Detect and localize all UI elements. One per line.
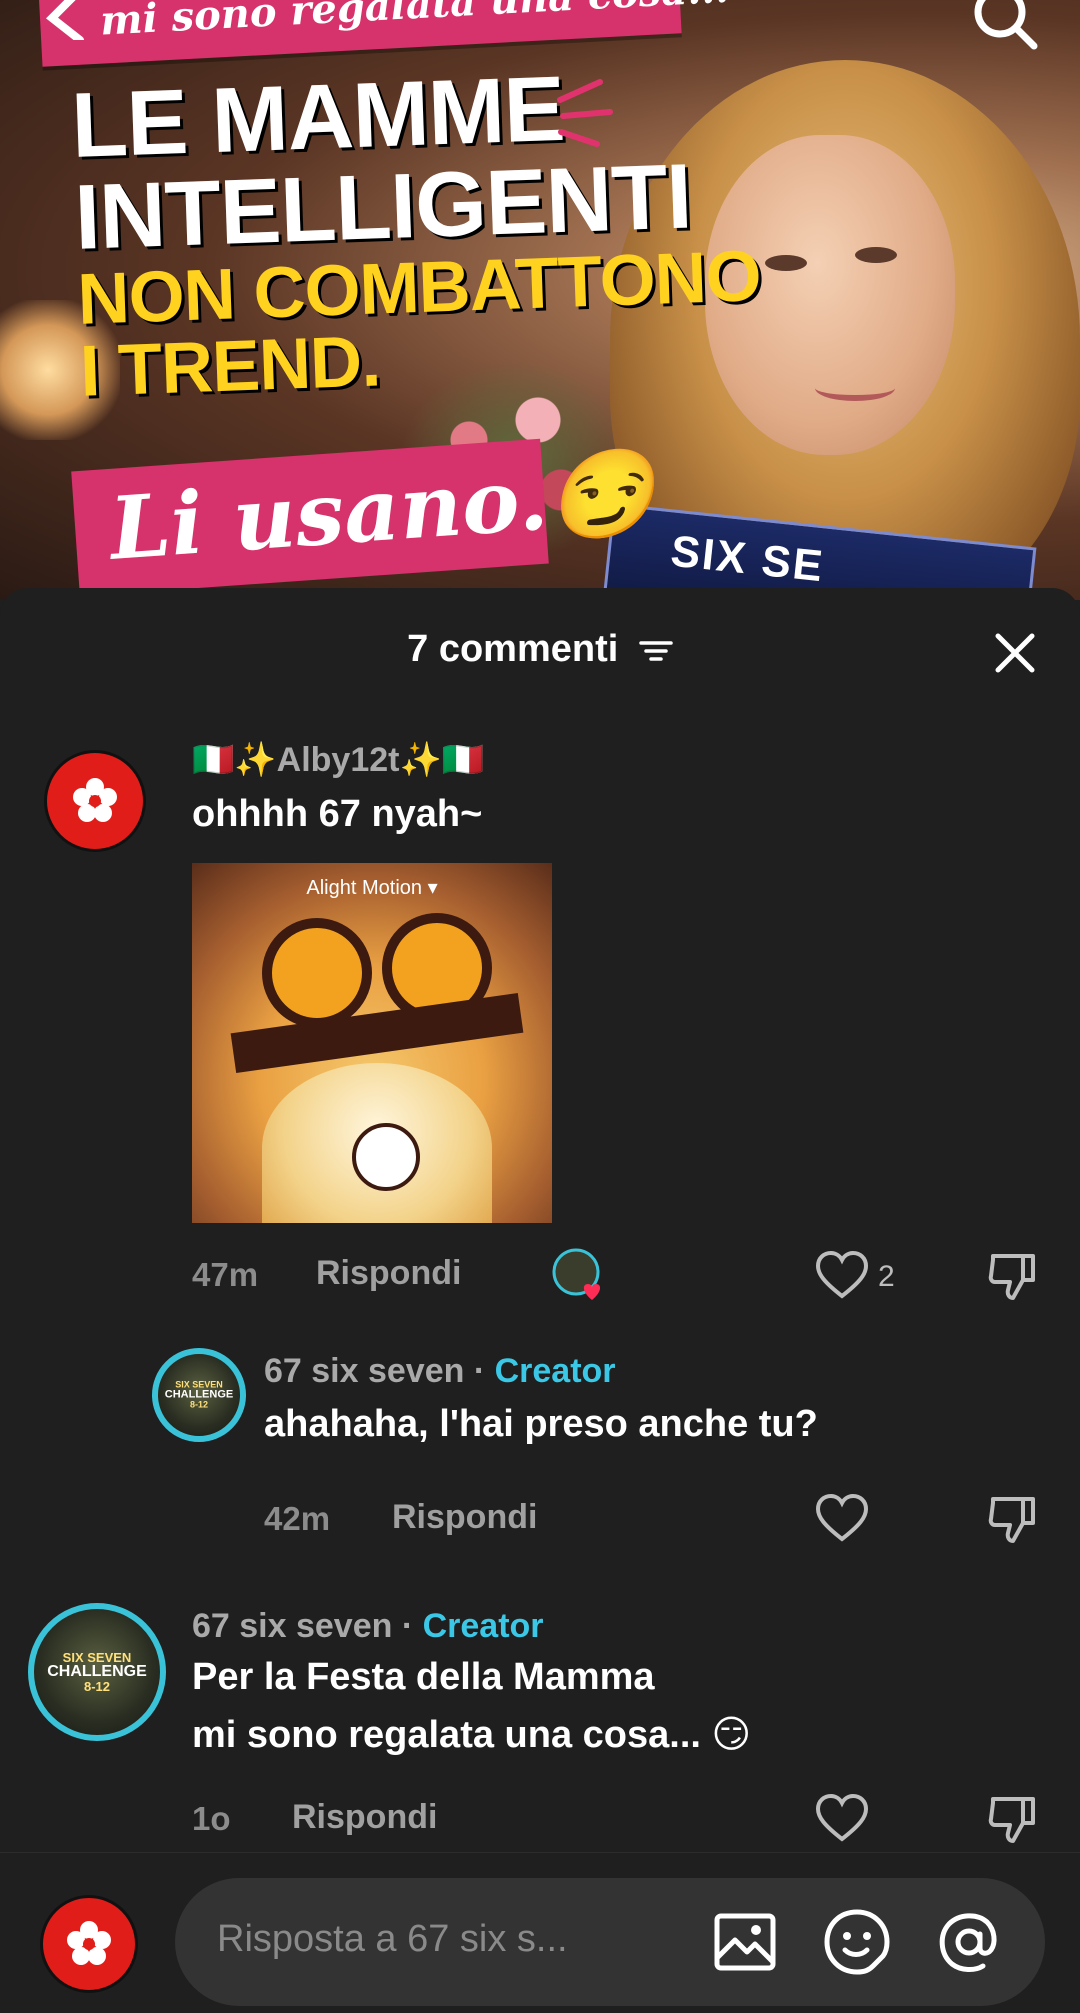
badge-line: 8-12	[83, 1679, 111, 1694]
avatar[interactable]	[44, 750, 146, 852]
dislike-icon[interactable]	[985, 1248, 1041, 1304]
reply-button[interactable]: Rispondi	[316, 1254, 461, 1293]
mention-icon[interactable]	[935, 1908, 1003, 1976]
comment-gif[interactable]: Alight Motion ▾	[192, 863, 552, 1223]
comment-item: 🇮🇹✨Alby12t✨🇮🇹 ohhhh 67 nyah~ Alight Moti…	[0, 588, 1080, 1308]
like-count: 2	[878, 1260, 895, 1293]
comment-input-placeholder: Risposta a 67 six s...	[217, 1918, 568, 1960]
badge-line: 8-12	[189, 1399, 209, 1410]
gif-watermark: Alight Motion ▾	[306, 877, 438, 899]
creator-label: Creator	[494, 1352, 616, 1390]
comment-username[interactable]: 67 six seven · Creator	[264, 1352, 616, 1391]
comment-input-bar: Risposta a 67 six s...	[0, 1852, 1080, 2013]
comment-text: ahahaha, l'hai preso anche tu?	[264, 1403, 818, 1445]
flower-icon	[67, 1921, 111, 1965]
creator-liked-avatar	[552, 1248, 602, 1300]
comment-username[interactable]: 🇮🇹✨Alby12t✨🇮🇹	[192, 740, 484, 780]
creator-label: Creator	[422, 1607, 544, 1645]
creator-heart-icon	[552, 1248, 601, 1300]
video-banner-bottom: Li usano.😏	[71, 438, 658, 597]
avatar[interactable]: SIX SEVEN CHALLENGE 8-12	[28, 1603, 166, 1741]
reply-button[interactable]: Rispondi	[292, 1798, 437, 1837]
search-icon[interactable]	[970, 0, 1040, 60]
video-banner-top: mi sono regalata una cosa...	[38, 0, 730, 67]
comment-input[interactable]: Risposta a 67 six s...	[175, 1878, 1045, 2006]
comment-time: 47m	[192, 1256, 259, 1293]
comment-time: 42m	[264, 1500, 331, 1537]
like-heart-icon[interactable]	[814, 1791, 870, 1847]
comment-time: 1o	[192, 1800, 231, 1837]
username-text: 67 six seven ·	[264, 1352, 495, 1390]
reply-button[interactable]: Rispondi	[392, 1498, 537, 1537]
emoji-icon[interactable]	[823, 1908, 891, 1976]
flower-icon	[73, 778, 117, 822]
username-text: 67 six seven ·	[192, 1607, 423, 1645]
comments-sheet: 7 commenti 🇮🇹✨Alby12t✨🇮🇹 ohhhh 67 nyah~ …	[0, 588, 1080, 2012]
comment-text: ohhhh 67 nyah~	[192, 793, 483, 835]
comment-reply-item: SIX SEVEN CHALLENGE 8-12 67 six seven · …	[0, 1348, 1080, 1568]
dislike-icon[interactable]	[985, 1491, 1041, 1547]
badge-line: CHALLENGE	[47, 1663, 147, 1680]
comment-item: SIX SEVEN CHALLENGE 8-12 67 six seven · …	[0, 1603, 1080, 1853]
dislike-icon[interactable]	[985, 1791, 1041, 1847]
accent-lines-icon	[557, 79, 613, 147]
back-icon[interactable]	[40, 0, 100, 40]
comment-text-line: Per la Festa della Mamma	[192, 1656, 655, 1698]
comment-username[interactable]: 67 six seven · Creator	[192, 1607, 544, 1646]
current-user-avatar	[40, 1895, 138, 1993]
video-banner-top-text: mi sono regalata una cosa...	[98, 0, 731, 45]
video-headline: LE MAMME INTELLIGENTI NON COMBATTONO I T…	[70, 56, 764, 412]
image-icon[interactable]	[711, 1908, 779, 1976]
comment-text-line: mi sono regalata una cosa... 😏	[192, 1714, 752, 1756]
magazine-text: SIX SE	[668, 526, 827, 592]
video-background[interactable]: SIX SE mi sono regalata una cosa... LE M…	[0, 0, 1080, 600]
like-heart-icon[interactable]	[814, 1248, 870, 1304]
like-heart-icon[interactable]	[814, 1491, 870, 1547]
avatar[interactable]: SIX SEVEN CHALLENGE 8-12	[152, 1348, 246, 1442]
